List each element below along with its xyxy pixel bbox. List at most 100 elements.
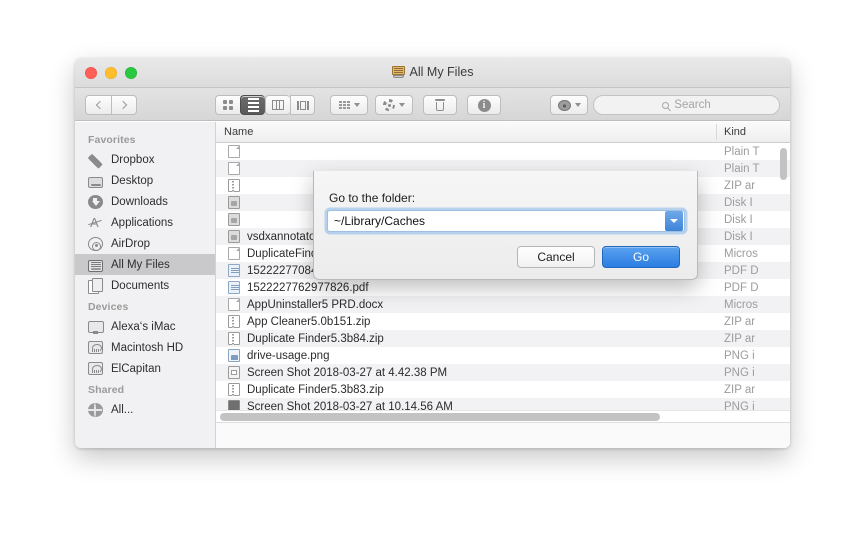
finder-toolbar: i Search [75,88,790,121]
file-kind: Plain T [724,162,760,175]
icon-view-button[interactable] [215,95,240,115]
info-button[interactable]: i [467,95,501,115]
sidebar-item-airdrop[interactable]: AirDrop [75,233,215,254]
sidebar-item-desktop[interactable]: Desktop [75,170,215,191]
vertical-scrollbar[interactable] [780,148,787,180]
zip-icon [228,315,240,328]
file-kind: Micros [724,298,758,311]
screenshot-root: All My Files i Search Favorites Dropbox … [0,0,860,547]
file-kind: Disk I [724,196,753,209]
table-row[interactable]: App Cleaner5.0b151.zip ZIP ar [216,313,790,330]
file-kind: PDF D [724,281,759,294]
documents-icon [88,277,103,294]
search-field[interactable]: Search [593,95,780,115]
dmg-icon [228,230,240,243]
table-row[interactable]: Duplicate Finder5.3b83.zip ZIP ar [216,381,790,398]
sidebar-item-alexas-imac[interactable]: Alexa‘s iMac [75,316,215,337]
horizontal-scrollbar[interactable] [220,413,660,421]
file-name: drive-usage.png [247,349,330,362]
document-icon [228,145,240,158]
sidebar-item-label: Dropbox [111,153,155,166]
share-icon [557,99,571,111]
sidebar-section-shared: Shared All... [75,379,215,420]
sidebar-item-label: Alexa‘s iMac [111,320,176,333]
table-row[interactable]: Duplicate Finder5.3b84.zip ZIP ar [216,330,790,347]
sidebar-item-dropbox[interactable]: Dropbox [75,149,215,170]
sidebar-item-elcapitan[interactable]: ElCapitan [75,358,215,379]
forward-button[interactable] [111,95,137,115]
sidebar-item-label: ElCapitan [111,362,161,375]
desktop-icon [88,177,103,188]
list-icon [247,98,259,112]
sidebar-item-label: All... [111,403,134,416]
delete-button[interactable] [423,95,457,115]
file-name: AppUninstaller5 PRD.docx [247,298,384,311]
file-kind: Plain T [724,145,760,158]
pdf-icon [228,264,240,277]
go-button[interactable]: Go [602,246,680,268]
table-row[interactable]: drive-usage.png PNG i [216,347,790,364]
globe-icon [88,402,103,417]
sidebar-item-label: Applications [111,216,174,229]
folder-path-combobox[interactable] [327,210,685,232]
back-button[interactable] [85,95,111,115]
sidebar-item-all-shared[interactable]: All... [75,399,215,420]
horizontal-scrollbar-track [216,410,790,422]
table-row[interactable]: AppUninstaller5 PRD.docx Micros [216,296,790,313]
sidebar: Favorites Dropbox Desktop Downloads A Ap… [75,122,216,448]
sidebar-item-label: AirDrop [111,237,150,250]
go-to-folder-dialog: Go to the folder: Cancel Go [313,171,698,280]
table-row[interactable]: Plain T [216,143,790,160]
finder-window: All My Files i Search Favorites Dropbox … [75,58,790,448]
sidebar-item-macintosh-hd[interactable]: Macintosh HD [75,337,215,358]
chevron-down-icon [353,103,360,107]
status-bar [216,422,790,448]
file-name: 1522227762977826.pdf [247,281,369,294]
sidebar-item-downloads[interactable]: Downloads [75,191,215,212]
column-view-button[interactable] [265,95,290,115]
screenshot-icon [228,366,240,379]
share-button[interactable] [550,95,588,115]
folder-path-input[interactable] [328,211,665,231]
window-titlebar[interactable]: All My Files [75,58,790,88]
list-view-button[interactable] [240,95,265,115]
column-header-kind[interactable]: Kind [724,126,746,138]
sidebar-item-label: Documents [111,279,170,292]
sidebar-item-documents[interactable]: Documents [75,275,215,296]
file-kind: ZIP ar [724,179,756,192]
path-dropdown-button[interactable] [665,211,683,231]
column-headers: Name Kind [216,122,790,143]
table-row[interactable]: 1522227762977826.pdf PDF D [216,279,790,296]
sidebar-item-label: Macintosh HD [111,341,184,354]
coverflow-view-button[interactable] [290,95,315,115]
airdrop-icon [88,236,103,251]
sidebar-item-applications[interactable]: Applications [75,212,215,233]
dmg-icon [228,213,240,226]
sidebar-item-all-my-files[interactable]: All My Files [75,254,215,275]
arrange-grid-icon [338,101,350,109]
file-name: Duplicate Finder5.3b83.zip [247,383,384,396]
all-my-files-icon [88,259,103,272]
sidebar-section-favorites: Favorites Dropbox Desktop Downloads A Ap… [75,129,215,296]
column-header-name[interactable]: Name [224,126,253,138]
dropbox-icon [88,153,103,167]
action-menu-button[interactable] [375,95,413,115]
table-row[interactable]: Screen Shot 2018-03-27 at 4.42.38 PM PNG … [216,364,790,381]
zip-icon [228,332,240,345]
file-kind: Disk I [724,230,753,243]
arrange-button[interactable] [330,95,368,115]
disk-icon [88,341,103,354]
document-icon [228,162,240,175]
file-name: App Cleaner5.0b151.zip [247,315,371,328]
zip-icon [228,383,240,396]
zip-icon [228,179,240,192]
sidebar-item-label: All My Files [111,258,170,271]
file-kind: ZIP ar [724,315,756,328]
pdf-icon [228,281,240,294]
document-icon [228,298,240,311]
cancel-button[interactable]: Cancel [517,246,595,268]
window-title-text: All My Files [409,65,474,79]
sidebar-heading-devices: Devices [88,301,129,313]
trash-icon [435,99,445,111]
png-icon [228,349,240,362]
